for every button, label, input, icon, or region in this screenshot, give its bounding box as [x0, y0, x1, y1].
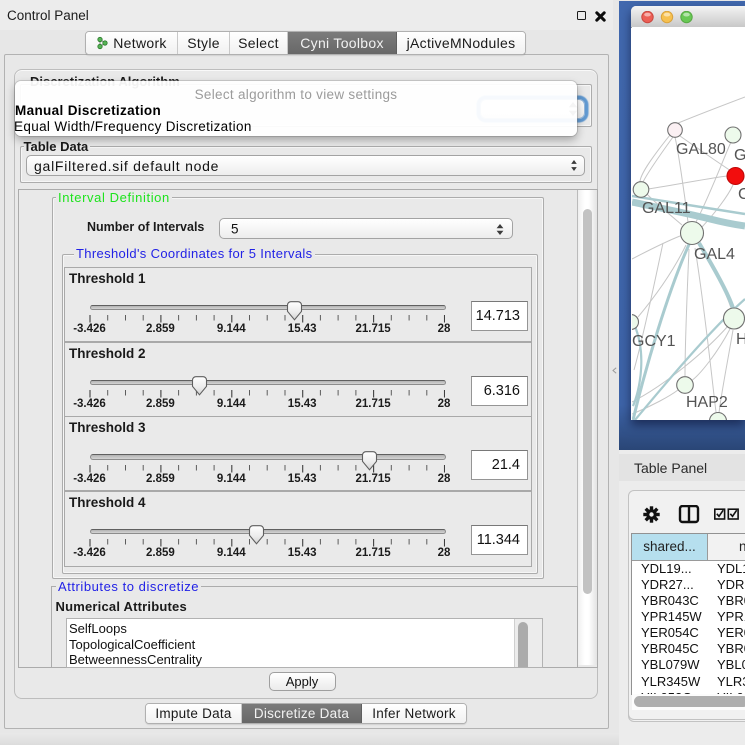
- svg-text:GA: GA: [734, 147, 745, 164]
- svg-text:GAL4: GAL4: [694, 246, 735, 263]
- svg-text:GAL80: GAL80: [676, 141, 726, 158]
- svg-text:H: H: [736, 331, 745, 348]
- svg-text:HAP2: HAP2: [686, 394, 728, 411]
- svg-text:C: C: [738, 186, 745, 203]
- svg-text:GCY1: GCY1: [632, 333, 676, 350]
- svg-text:GAL11: GAL11: [642, 200, 691, 217]
